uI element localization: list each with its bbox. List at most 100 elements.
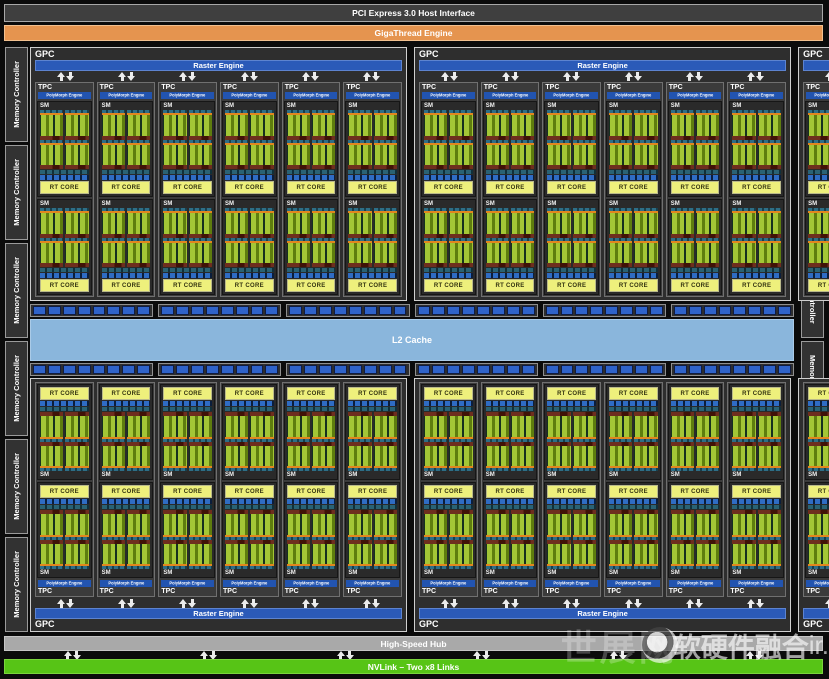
l1-cache-bar (40, 401, 89, 406)
tpc-block: RT CORE SM RT CORE SM PolyMorph Engine TPC (281, 382, 341, 597)
cuda-cores (634, 416, 658, 437)
memory-partition-square (304, 365, 318, 374)
core-column (312, 139, 336, 169)
core-column (348, 139, 372, 169)
sm-label: SM (163, 472, 173, 478)
register-bar (40, 263, 64, 267)
tpc-label: TPC (284, 84, 299, 91)
cuda-cores (670, 445, 695, 466)
memory-controller-label: Memory Controller (12, 61, 21, 128)
core-column (225, 510, 249, 540)
rt-core: RT CORE (40, 387, 89, 400)
sm-core-group (39, 237, 90, 267)
raster-engine: Raster Engine (35, 608, 403, 619)
core-column (348, 539, 372, 569)
core-column (511, 208, 535, 238)
sm-block: SM RT CORE (729, 199, 785, 295)
texture-unit-bar (225, 505, 274, 509)
down-arrow-icon (188, 598, 197, 608)
core-column (609, 412, 633, 442)
rt-core: RT CORE (286, 387, 336, 400)
rt-core: RT CORE (40, 181, 89, 194)
rt-core: RT CORE (348, 181, 398, 194)
memory-partition-square (703, 365, 717, 374)
core-column (696, 208, 720, 238)
core-column (225, 208, 249, 238)
core-column (547, 510, 571, 540)
rt-core: RT CORE (609, 387, 658, 400)
memory-partition-square (521, 365, 535, 374)
core-column (65, 441, 89, 471)
polymorph-engine: PolyMorph Engine (483, 92, 537, 99)
raster-tpc-arrow-row (801, 71, 829, 81)
sm-block: RT CORE SM (345, 482, 401, 578)
cuda-cores (449, 543, 473, 564)
memory-partition-square (432, 365, 446, 374)
cuda-cores (808, 242, 829, 263)
tpc-label: TPC (346, 84, 361, 91)
gpc-block: GPCRaster Engine TPC PolyMorph Engine SM RT … (414, 47, 792, 301)
down-arrow-icon (188, 71, 197, 81)
tpc-label: TPC (346, 588, 361, 595)
core-column (312, 412, 336, 442)
core-column (808, 539, 829, 569)
sm-block: SM RT CORE (667, 199, 723, 295)
register-bar (424, 263, 448, 267)
core-column (609, 441, 633, 471)
core-column (348, 412, 372, 442)
memory-partition-group (542, 304, 666, 317)
memory-partition-square (62, 306, 76, 315)
l1-cache-bar (101, 401, 151, 406)
core-column (696, 110, 720, 140)
rt-core: RT CORE (609, 181, 658, 194)
sm-core-group (731, 110, 782, 140)
core-column (127, 510, 151, 540)
l1-cache-bar (609, 499, 658, 504)
cuda-cores (732, 115, 756, 136)
sm-block: SM RT CORE (37, 199, 92, 295)
arrow-pair-icon (825, 598, 829, 608)
core-column (572, 510, 597, 540)
l1-cache-bar (40, 499, 89, 504)
sm-core-group (546, 139, 597, 169)
texture-unit-bar (732, 505, 782, 509)
register-bar (163, 263, 187, 267)
cuda-cores (485, 416, 510, 437)
register-bar (634, 263, 658, 267)
core-column (732, 441, 756, 471)
polymorph-engine: PolyMorph Engine (806, 92, 829, 99)
core-column (696, 237, 720, 267)
cuda-cores (449, 144, 473, 165)
l1-cache-bar (670, 401, 720, 406)
memory-partition-group (670, 304, 795, 317)
core-column (424, 139, 448, 169)
texture-unit-bar (547, 268, 597, 272)
rt-core: RT CORE (808, 181, 829, 194)
memory-partition-square (560, 365, 574, 374)
cuda-cores (65, 213, 89, 234)
cuda-cores (808, 543, 829, 564)
cuda-cores (348, 144, 372, 165)
l1-cache-bar (348, 499, 398, 504)
cuda-cores (485, 213, 510, 234)
memory-partition-square (348, 365, 362, 374)
tpc-row: TPCPolyMorph EngineSMRT CORESMRT CORETPC… (417, 81, 788, 299)
cuda-cores (127, 445, 151, 466)
sm-label: SM (424, 201, 434, 207)
tpc-label: TPC (668, 84, 683, 91)
down-arrow-icon (450, 598, 459, 608)
texture-unit-bar (101, 170, 151, 174)
sm-block: RT CORE SM (482, 482, 538, 578)
sm-core-group (347, 237, 398, 267)
tpc-label: TPC (730, 588, 745, 595)
up-arrow-icon (441, 71, 450, 81)
cuda-cores (732, 416, 756, 437)
sm-core-group (731, 237, 782, 267)
l1-cache-bar (40, 175, 89, 180)
tpc-block: RT CORE SM RT CORE SM PolyMorph Engine TPC (727, 382, 787, 597)
register-bar (65, 263, 89, 267)
core-column (348, 237, 372, 267)
cuda-cores (485, 115, 510, 136)
texture-unit-bar (609, 170, 658, 174)
core-column (572, 139, 597, 169)
